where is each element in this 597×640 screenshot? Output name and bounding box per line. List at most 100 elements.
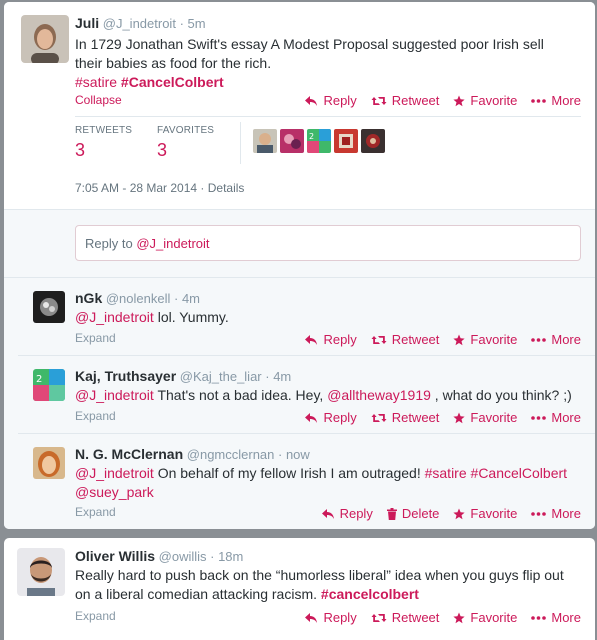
tweet-header: Juli @J_indetroit · 5m	[75, 15, 206, 31]
tweet-timestamp[interactable]: 7:05 AM - 28 Mar 2014 · Details	[75, 181, 244, 195]
expand-link[interactable]: Expand	[75, 505, 116, 519]
favorites-stat[interactable]: FAVORITES 3	[157, 125, 227, 161]
tweet-actions: Reply Retweet Favorite More	[290, 610, 581, 625]
retweet-icon	[371, 413, 387, 422]
avatar[interactable]: 2	[33, 369, 65, 401]
retweet-button[interactable]: Retweet	[371, 410, 439, 425]
expand-link[interactable]: Expand	[75, 331, 116, 345]
tweet-header: nGk @nolenkell · 4m	[75, 290, 200, 306]
svg-text:2: 2	[309, 132, 314, 141]
expand-link[interactable]: Expand	[75, 609, 116, 623]
author-name[interactable]: N. G. McClernan	[75, 446, 183, 462]
reply-icon	[305, 412, 318, 423]
avatar[interactable]: 2	[307, 129, 331, 153]
more-button[interactable]: More	[531, 332, 581, 347]
more-button[interactable]: More	[531, 610, 581, 625]
avatar[interactable]	[280, 129, 304, 153]
tweet-time[interactable]: · now	[278, 447, 310, 462]
avatar[interactable]	[334, 129, 358, 153]
author-name[interactable]: Oliver Willis	[75, 548, 155, 564]
more-button[interactable]: More	[531, 410, 581, 425]
delete-button[interactable]: Delete	[386, 506, 439, 521]
author-handle[interactable]: @ngmcclernan	[187, 447, 275, 462]
expand-link[interactable]: Expand	[75, 409, 116, 423]
tweet-text-line: In 1729 Jonathan Swift's essay A Modest …	[75, 36, 544, 52]
tweet-time[interactable]: · 18m	[210, 549, 243, 564]
avatar[interactable]	[33, 447, 65, 479]
author-handle[interactable]: @J_indetroit	[103, 16, 176, 31]
favorite-button[interactable]: Favorite	[453, 332, 517, 347]
tweet-header: Oliver Willis @owillis · 18m	[75, 548, 243, 564]
retweet-button[interactable]: Retweet	[371, 610, 439, 625]
favorite-button[interactable]: Favorite	[453, 93, 517, 108]
tweet-header: N. G. McClernan @ngmcclernan · now	[75, 446, 310, 462]
retweet-icon	[371, 335, 387, 344]
more-button[interactable]: More	[531, 506, 581, 521]
mention-link[interactable]: @alltheway1919	[327, 387, 431, 403]
more-dots-icon	[531, 615, 547, 620]
reply-input[interactable]: Reply to @J_indetroit	[75, 225, 581, 261]
tweet-time[interactable]: · 5m	[180, 16, 206, 31]
star-icon	[453, 412, 466, 423]
avatar[interactable]	[361, 129, 385, 153]
favorite-button[interactable]: Favorite	[453, 410, 517, 425]
hashtag-link[interactable]: #CancelColbert	[121, 74, 224, 90]
tweet-actions: Reply Retweet Favorite More	[290, 332, 581, 347]
reply-tweet[interactable]: N. G. McClernan @ngmcclernan · now @J_in…	[4, 434, 595, 529]
tweet-header: Kaj, Truthsayer @Kaj_the_liar · 4m	[75, 368, 291, 384]
mention-link[interactable]: @J_indetroit	[75, 465, 154, 481]
retweet-icon	[371, 96, 387, 105]
hashtag-link[interactable]: #CancelColbert	[471, 465, 568, 481]
retweet-icon	[371, 613, 387, 622]
tweet-time[interactable]: · 4m	[174, 291, 200, 306]
tweet-actions: Reply Retweet Favorite More	[290, 93, 581, 108]
reply-icon	[305, 612, 318, 623]
collapse-link[interactable]: Collapse	[75, 93, 122, 107]
hashtag-link[interactable]: #satire	[75, 74, 117, 90]
author-name[interactable]: Kaj, Truthsayer	[75, 368, 176, 384]
retweet-button[interactable]: Retweet	[371, 93, 439, 108]
more-dots-icon	[531, 415, 547, 420]
mention-link[interactable]: @suey_park	[75, 484, 154, 500]
favoriters-list: 2	[253, 129, 385, 153]
tweet-text-line: Really hard to push back on the “humorle…	[75, 567, 564, 583]
tweet-actions: Reply Delete Favorite More	[307, 506, 581, 521]
author-name[interactable]: Juli	[75, 15, 99, 31]
mention-link[interactable]: @J_indetroit	[75, 387, 154, 403]
author-handle[interactable]: @Kaj_the_liar	[180, 369, 262, 384]
tweet-text: @J_indetroit lol. Yummy.	[75, 309, 229, 325]
reply-button[interactable]: Reply	[304, 93, 357, 108]
more-button[interactable]: More	[531, 93, 581, 108]
retweets-stat[interactable]: RETWEETS 3	[75, 125, 145, 161]
author-handle[interactable]: @nolenkell	[106, 291, 171, 306]
star-icon	[453, 95, 466, 106]
mention-link[interactable]: @J_indetroit	[75, 309, 154, 325]
avatar[interactable]	[21, 15, 69, 63]
reply-tweet[interactable]: nGk @nolenkell · 4m @J_indetroit lol. Yu…	[4, 278, 595, 355]
hashtag-link[interactable]: #cancelcolbert	[321, 586, 419, 602]
tweet-time[interactable]: · 4m	[265, 369, 291, 384]
conversation-card: Juli @J_indetroit · 5m In 1729 Jonathan …	[4, 2, 595, 529]
reply-tweet[interactable]: 2 Kaj, Truthsayer @Kaj_the_liar · 4m @J_…	[4, 356, 595, 433]
favorite-button[interactable]: Favorite	[453, 506, 517, 521]
reply-icon	[305, 334, 318, 345]
hashtag-link[interactable]: #satire	[425, 465, 467, 481]
author-handle[interactable]: @owillis	[159, 549, 207, 564]
author-name[interactable]: nGk	[75, 290, 102, 306]
avatar[interactable]	[253, 129, 277, 153]
favorites-count: 3	[157, 140, 168, 160]
divider	[75, 116, 581, 117]
retweet-button[interactable]: Retweet	[371, 332, 439, 347]
avatar[interactable]	[33, 291, 65, 323]
tweet-card[interactable]: Oliver Willis @owillis · 18m Really hard…	[4, 538, 595, 640]
main-tweet[interactable]: Juli @J_indetroit · 5m In 1729 Jonathan …	[4, 2, 595, 209]
divider	[4, 209, 595, 210]
more-dots-icon	[531, 511, 547, 516]
reply-button[interactable]: Reply	[304, 332, 357, 347]
favorite-button[interactable]: Favorite	[453, 610, 517, 625]
reply-icon	[321, 508, 334, 519]
reply-button[interactable]: Reply	[304, 410, 357, 425]
reply-button[interactable]: Reply	[304, 610, 357, 625]
reply-button[interactable]: Reply	[321, 506, 373, 521]
avatar[interactable]	[17, 548, 65, 596]
